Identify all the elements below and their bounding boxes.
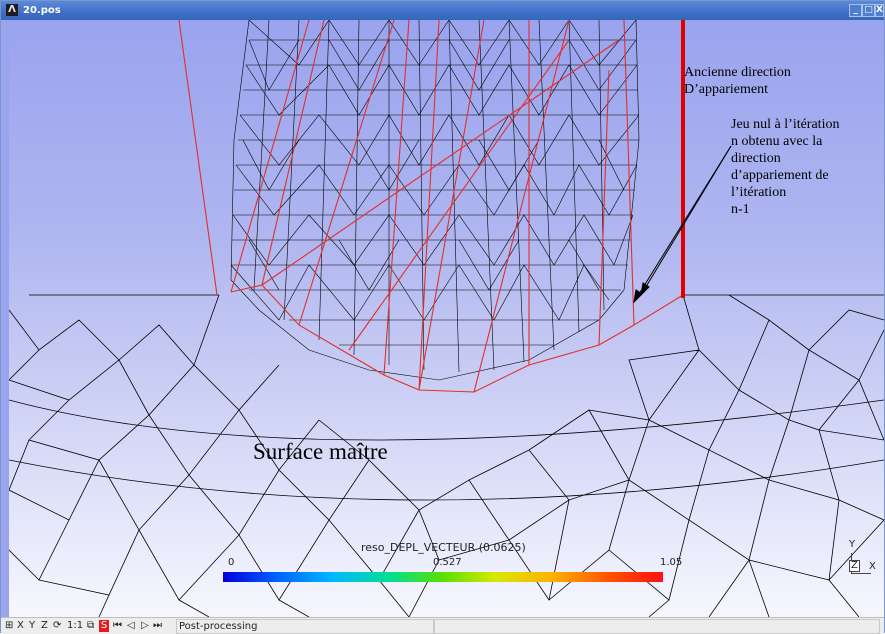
app-icon: Λ: [6, 4, 18, 16]
scale-button[interactable]: 1:1: [67, 620, 83, 632]
colorbar-max: 1.05: [660, 557, 683, 568]
status-bar: ⊞ X Y Z ⟳ 1:1 ⧉ S ⏮ ◁ ▷ ⏭ Post-processin…: [1, 617, 884, 634]
zero-gap-line: n-1: [731, 202, 750, 217]
maximize-button[interactable]: □: [862, 4, 875, 17]
screenshot-icon[interactable]: ⧉: [87, 620, 94, 632]
graphics-viewport[interactable]: [9, 20, 884, 617]
master-surface-label: Surface maître: [253, 439, 388, 464]
record-button[interactable]: S: [99, 620, 109, 632]
zero-gap-annotation: Jeu nul à l’itération n obtenu avec la d…: [731, 116, 839, 218]
view-z-button[interactable]: Z: [41, 620, 48, 632]
zero-gap-line: d’appariement de: [731, 168, 829, 183]
rotate-icon[interactable]: ⟳: [53, 620, 61, 632]
colorbar-scale: [223, 572, 663, 582]
old-direction-label-line: Ancienne direction: [684, 65, 791, 80]
status-message-secondary: [433, 619, 880, 634]
window-title: 20.pos: [23, 5, 61, 16]
zero-gap-line: Jeu nul à l’itération: [731, 117, 840, 132]
axis-x-label: X: [869, 561, 876, 572]
zero-gap-line: l’itération: [731, 185, 787, 200]
zero-gap-line: n obtenu avec la: [731, 134, 823, 149]
view-y-button[interactable]: Y: [29, 620, 35, 632]
zero-gap-line: direction: [731, 151, 781, 166]
next-step-icon[interactable]: ⏭: [153, 620, 162, 632]
old-direction-label: Ancienne direction D’appariement: [684, 64, 791, 98]
slave-mesh: [230, 20, 640, 381]
view-x-button[interactable]: X: [17, 620, 24, 632]
viewport-left-edge: [1, 20, 9, 617]
title-bar[interactable]: Λ 20.pos _ □ X: [1, 1, 884, 20]
master-mesh: [9, 294, 884, 617]
status-message: Post-processing: [176, 619, 435, 634]
minimize-button[interactable]: _: [849, 4, 862, 17]
axis-x-line: [851, 573, 871, 574]
axes-triad: Y Z X: [837, 539, 877, 579]
axis-y-label: Y: [849, 539, 856, 550]
previous-step-icon[interactable]: ◁: [127, 620, 135, 632]
colorbar-title: reso_DEPL_VECTEUR (0.0625): [361, 541, 526, 554]
old-direction-label-line: D’appariement: [684, 82, 768, 97]
mesh-drawing: [9, 20, 884, 617]
gmsh-window: Λ 20.pos _ □ X Ancienne direction D’appa…: [0, 0, 885, 634]
axis-z-label: Z: [849, 560, 860, 572]
contact-lines: [178, 20, 684, 393]
colorbar-min: 0: [228, 557, 235, 568]
colorbar-mid: 0.527: [433, 557, 462, 568]
grid-icon[interactable]: ⊞: [5, 620, 13, 632]
first-step-icon[interactable]: ⏮: [113, 620, 122, 632]
close-button[interactable]: X: [875, 4, 884, 17]
play-icon[interactable]: ▷: [141, 620, 149, 632]
